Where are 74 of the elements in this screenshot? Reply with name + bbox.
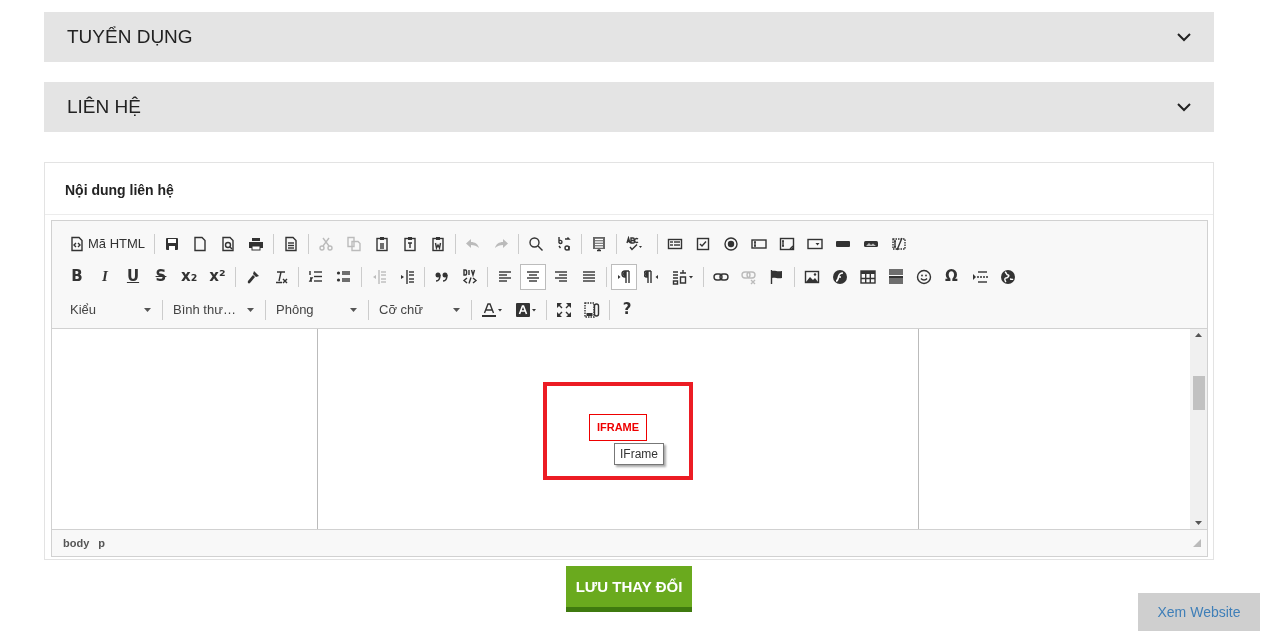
field-label: Nội dung liên hệ bbox=[45, 163, 1213, 215]
format-button[interactable]: S bbox=[148, 263, 174, 290]
caret-icon bbox=[144, 307, 151, 312]
scroll-up-icon bbox=[1195, 333, 1202, 337]
iframe-placeholder[interactable]: IFRAME IFrame bbox=[543, 382, 693, 480]
table-grid-icon bbox=[859, 268, 876, 285]
hidden-field-icon bbox=[891, 235, 908, 252]
format-dropdown[interactable]: Kiểu bbox=[63, 296, 159, 323]
format-button[interactable]: Ω bbox=[938, 263, 965, 290]
letter-a-box-icon bbox=[515, 301, 537, 318]
circle-f-icon bbox=[831, 268, 848, 285]
align-justify-icon bbox=[580, 268, 597, 285]
blank-page-icon bbox=[192, 235, 209, 252]
magnifier-icon bbox=[528, 235, 545, 252]
page-magnifier-icon bbox=[220, 235, 237, 252]
align-left-icon bbox=[496, 268, 513, 285]
globe-icon bbox=[999, 268, 1016, 285]
element-path-link[interactable]: body bbox=[63, 534, 90, 552]
horizontal-lines-icon bbox=[887, 268, 904, 285]
indent-icon bbox=[398, 268, 415, 285]
expand-arrows-icon bbox=[556, 301, 572, 318]
selected-page-icon bbox=[591, 235, 608, 252]
section-title: TUYỂN DỤNG bbox=[67, 24, 193, 49]
align-center-button[interactable] bbox=[519, 263, 546, 290]
element-path-link[interactable]: p bbox=[98, 534, 105, 552]
scissors-icon bbox=[318, 235, 335, 252]
format-dropdown[interactable]: Cỡ chữ bbox=[372, 296, 468, 323]
page-break-icon bbox=[971, 268, 988, 285]
ltr-button[interactable] bbox=[610, 263, 637, 290]
textarea-icon bbox=[779, 235, 796, 252]
speech-glyph-icon bbox=[671, 268, 694, 285]
format-button[interactable]: B bbox=[64, 263, 90, 290]
dashed-blocks-icon bbox=[584, 301, 600, 318]
radio-icon bbox=[723, 235, 740, 252]
smiley-face-icon bbox=[915, 268, 932, 285]
flag-icon bbox=[768, 268, 785, 285]
numbered-list-icon bbox=[307, 268, 324, 285]
tooltip: IFrame bbox=[614, 443, 664, 465]
caret-icon bbox=[247, 307, 254, 312]
broken-link-icon bbox=[740, 268, 757, 285]
section-title: LIÊN HỆ bbox=[67, 94, 141, 119]
two-pages-icon bbox=[346, 235, 363, 252]
pilcrow-left-icon bbox=[643, 268, 660, 285]
clipboard-w-icon bbox=[430, 235, 447, 252]
format-button[interactable]: U bbox=[120, 263, 146, 290]
bulleted-list-icon bbox=[335, 268, 352, 285]
format-button[interactable]: x² bbox=[204, 263, 231, 290]
format-dropdown[interactable]: Phông bbox=[269, 296, 365, 323]
source-button[interactable]: Mã HTML bbox=[64, 230, 151, 257]
document-lines-icon bbox=[283, 235, 300, 252]
scrollbar-thumb[interactable] bbox=[1192, 376, 1205, 410]
clipboard-icon bbox=[374, 235, 391, 252]
caret-icon bbox=[350, 307, 357, 312]
caret-icon bbox=[453, 307, 460, 312]
letter-a-underline-icon bbox=[481, 301, 503, 318]
align-right-icon bbox=[552, 268, 569, 285]
scroll-down-icon bbox=[1195, 521, 1202, 525]
code-page-icon bbox=[69, 235, 85, 252]
picture-icon bbox=[803, 268, 820, 285]
align-center-icon bbox=[524, 268, 541, 285]
checkbox-icon bbox=[695, 235, 712, 252]
format-dropdown[interactable]: Bình thư… bbox=[166, 296, 262, 323]
accordion-header[interactable]: TUYỂN DỤNG bbox=[44, 12, 1214, 62]
printer-icon bbox=[248, 235, 265, 252]
div-tag-icon bbox=[461, 268, 478, 285]
accordion-header[interactable]: LIÊN HỆ bbox=[44, 82, 1214, 132]
format-button[interactable]: ? bbox=[614, 296, 640, 323]
clipboard-text-icon bbox=[402, 235, 419, 252]
format-button[interactable]: I bbox=[92, 263, 118, 290]
format-button[interactable]: x₂ bbox=[176, 263, 203, 290]
pilcrow-right-icon bbox=[615, 268, 632, 285]
replace-letters-icon bbox=[556, 235, 573, 252]
scrollbar[interactable] bbox=[1190, 329, 1207, 529]
iframe-label: IFRAME bbox=[588, 414, 648, 441]
